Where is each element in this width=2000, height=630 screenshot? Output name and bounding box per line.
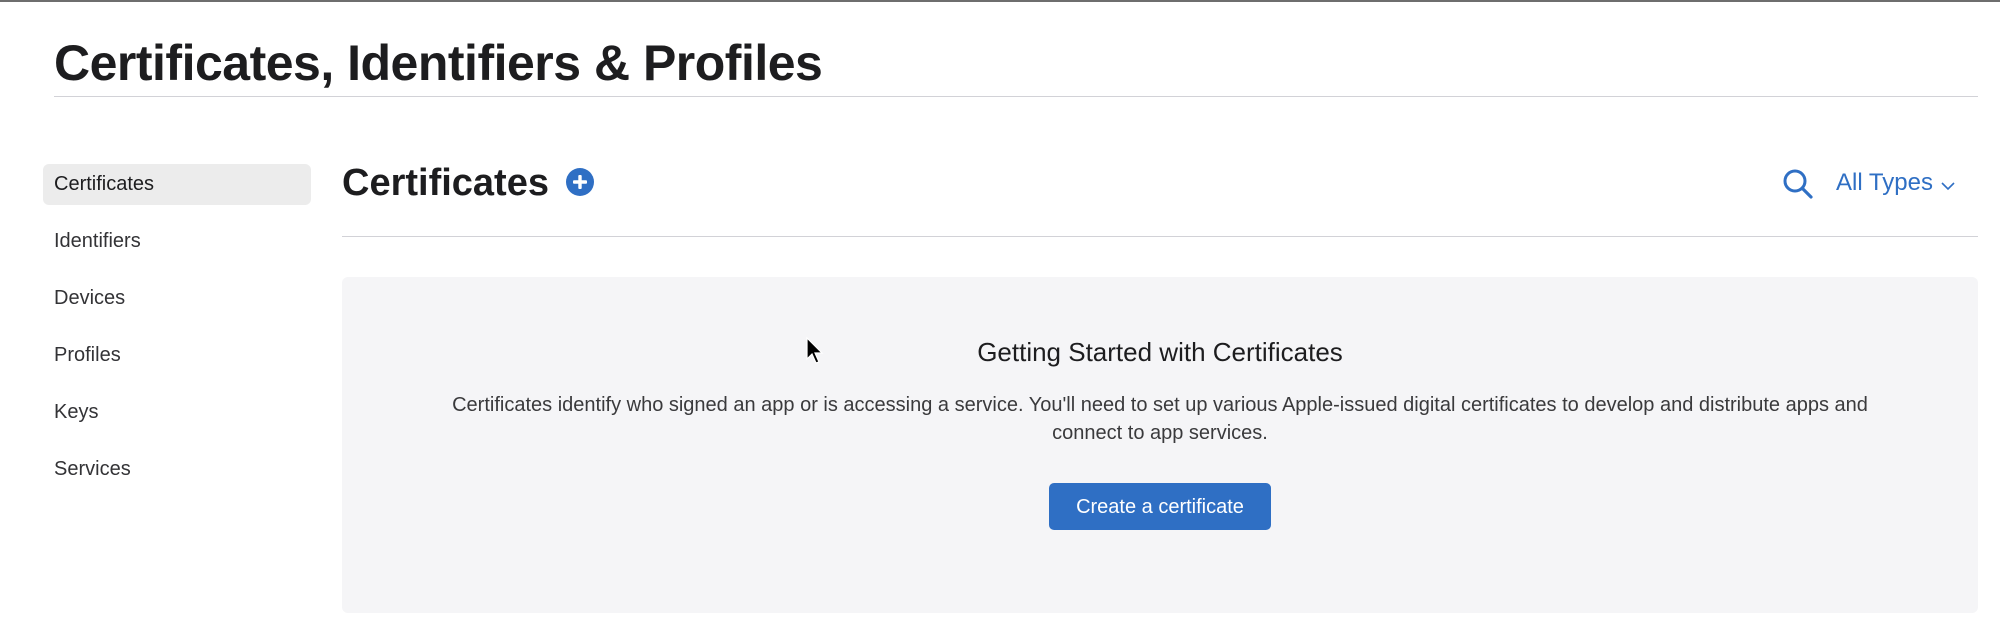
sidebar: Certificates Identifiers Devices Profile… (43, 164, 311, 506)
sidebar-item-services[interactable]: Services (43, 449, 311, 490)
section-header: Certificates All Types (342, 150, 1978, 237)
empty-state-heading: Getting Started with Certificates (977, 337, 1343, 367)
page-title: Certificates, Identifiers & Profiles (54, 35, 823, 91)
page-header: Certificates, Identifiers & Profiles (54, 30, 1978, 97)
chevron-down-icon (1941, 164, 1955, 204)
sidebar-item-keys[interactable]: Keys (43, 392, 311, 433)
section-title: Certificates (342, 162, 549, 204)
window-top-border (0, 0, 2000, 2)
sidebar-item-certificates[interactable]: Certificates (43, 164, 311, 205)
empty-state-panel: Getting Started with Certificates Certif… (342, 277, 1978, 613)
empty-state-description: Certificates identify who signed an app … (452, 394, 1868, 444)
type-filter-dropdown[interactable]: All Types (1836, 163, 1955, 203)
sidebar-item-identifiers[interactable]: Identifiers (43, 221, 311, 262)
plus-circle-icon[interactable] (566, 168, 594, 196)
main-content: Certificates All Types Getting Started w… (342, 150, 1978, 613)
mouse-cursor-icon (806, 337, 824, 364)
search-icon[interactable] (1782, 168, 1814, 200)
create-certificate-button[interactable]: Create a certificate (1049, 483, 1271, 530)
type-filter-label: All Types (1836, 169, 1933, 196)
sidebar-item-devices[interactable]: Devices (43, 278, 311, 319)
sidebar-item-profiles[interactable]: Profiles (43, 335, 311, 376)
